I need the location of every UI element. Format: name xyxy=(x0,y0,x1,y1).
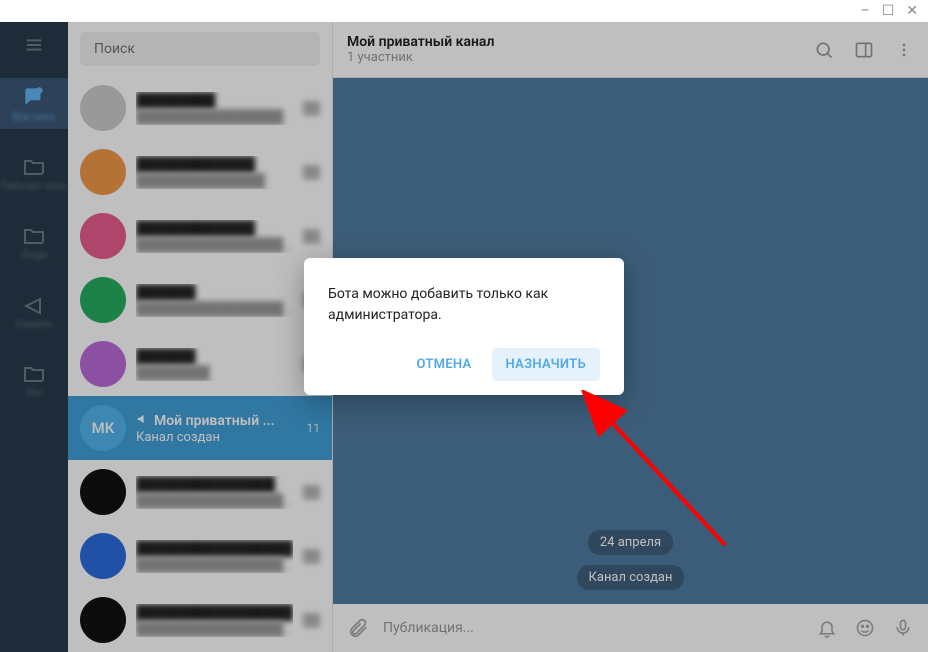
minimize-button[interactable]: – xyxy=(861,3,870,19)
cancel-button[interactable]: ОТМЕНА xyxy=(402,348,485,381)
confirm-button[interactable]: НАЗНАЧИТЬ xyxy=(492,348,600,381)
app-root: Все чаты Рабочие чаты Люди Каналы Pro ██… xyxy=(0,22,928,652)
confirm-dialog: Бота можно добавить только как администр… xyxy=(304,258,624,395)
modal-overlay[interactable]: Бота можно добавить только как администр… xyxy=(0,22,928,652)
window-titlebar: – ☐ ✕ xyxy=(0,0,928,22)
dialog-message: Бота можно добавить только как администр… xyxy=(328,284,600,326)
dialog-actions: ОТМЕНА НАЗНАЧИТЬ xyxy=(328,348,600,381)
close-button[interactable]: ✕ xyxy=(906,3,918,19)
maximize-button[interactable]: ☐ xyxy=(882,3,895,19)
